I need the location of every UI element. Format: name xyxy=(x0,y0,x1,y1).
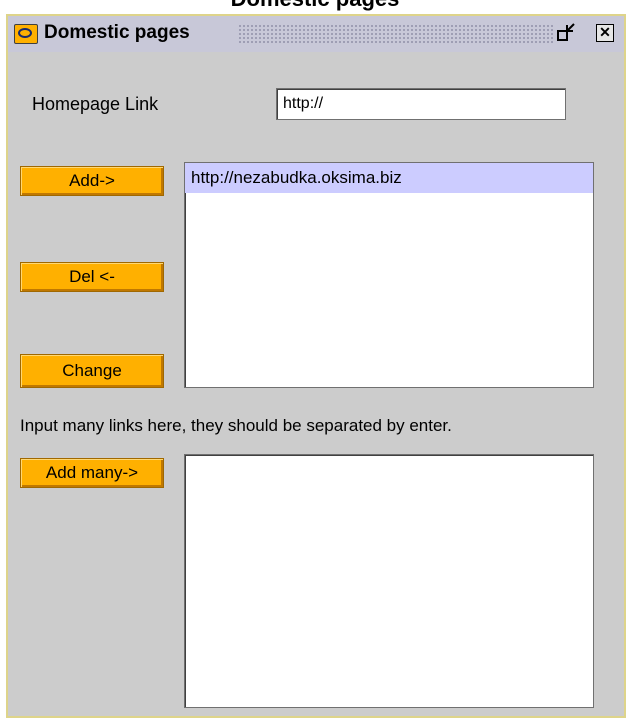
add-many-button[interactable]: Add many-> xyxy=(20,458,164,488)
cropped-page-title: Domestic pages xyxy=(0,0,630,12)
domestic-pages-window: Domestic pages ✕ Homepage Link Add-> Del… xyxy=(6,14,626,718)
list-item[interactable]: http://nezabudka.oksima.biz xyxy=(185,163,593,193)
links-list[interactable]: http://nezabudka.oksima.biz xyxy=(184,162,594,388)
homepage-link-input[interactable] xyxy=(276,88,566,120)
app-icon xyxy=(14,24,38,44)
add-button[interactable]: Add-> xyxy=(20,166,164,196)
change-button[interactable]: Change xyxy=(20,354,164,388)
homepage-link-label: Homepage Link xyxy=(32,94,159,114)
title-bar[interactable]: Domestic pages ✕ xyxy=(8,16,624,52)
title-bar-drag-area[interactable] xyxy=(238,24,553,44)
close-icon[interactable]: ✕ xyxy=(596,24,614,42)
many-links-textarea[interactable] xyxy=(184,454,594,708)
restore-icon[interactable] xyxy=(556,22,576,44)
delete-button[interactable]: Del <- xyxy=(20,262,164,292)
window-title: Domestic pages xyxy=(44,22,190,43)
many-links-instruction: Input many links here, they should be se… xyxy=(20,416,452,435)
